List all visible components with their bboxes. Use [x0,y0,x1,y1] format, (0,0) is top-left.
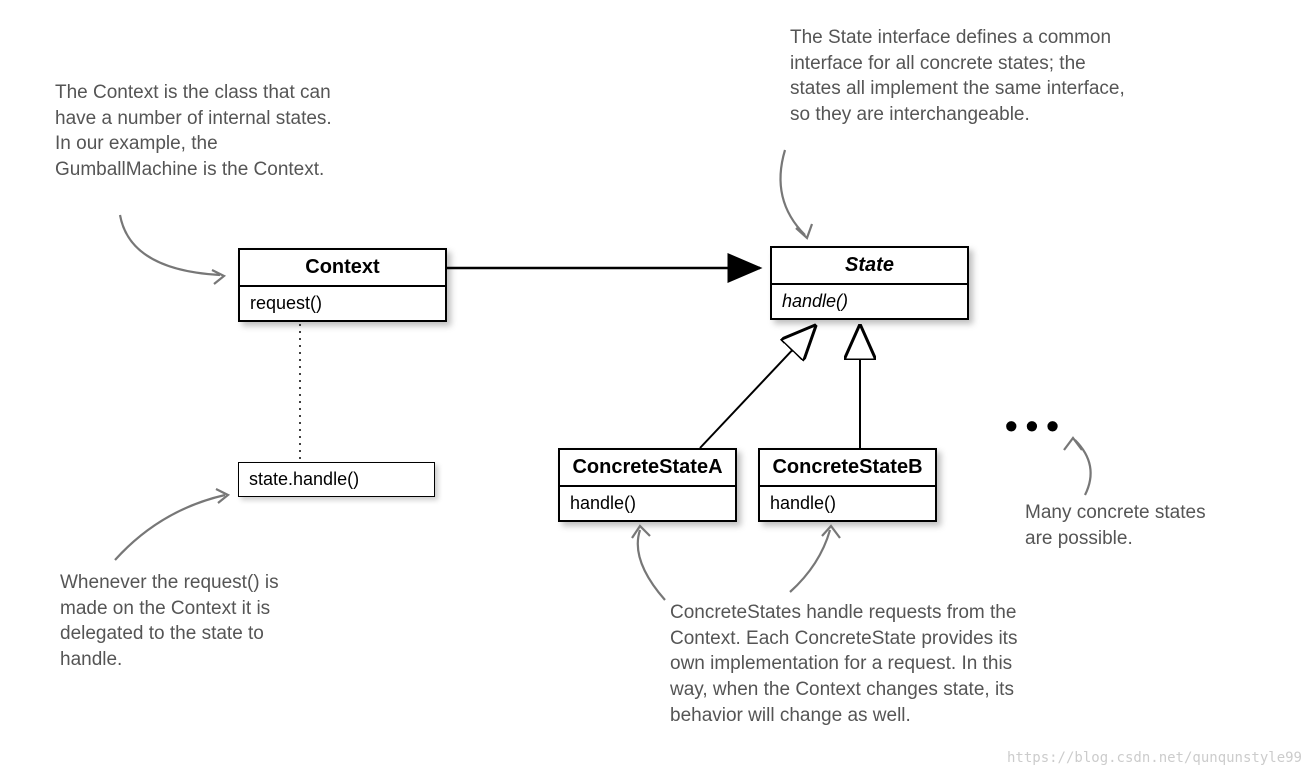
curve-request-note [115,495,225,560]
curve-concrete-note-b [790,530,830,592]
curve-concrete-note-a-head [632,526,650,538]
class-concrete-b-method: handle() [760,487,935,520]
curve-request-note-head [216,489,228,503]
class-context-title: Context [240,250,445,287]
annotation-many: Many concrete states are possible. [1025,500,1225,551]
curve-state-note [781,150,806,235]
class-state-title: State [772,248,967,285]
class-concrete-a: ConcreteStateA handle() [558,448,737,522]
curve-many-note [1075,440,1091,495]
class-state: State handle() [770,246,969,320]
curve-concrete-note-b-head [822,526,840,538]
class-concrete-a-method: handle() [560,487,735,520]
curve-concrete-note-a [638,530,665,600]
class-context: Context request() [238,248,447,322]
class-state-method: handle() [772,285,967,318]
curve-context-note [120,215,220,275]
annotation-context: The Context is the class that can have a… [55,80,345,183]
curve-context-note-head [212,270,224,284]
class-concrete-b-title: ConcreteStateB [760,450,935,487]
annotation-state: The State interface defines a common int… [790,25,1130,128]
annotation-request: Whenever the request() is made on the Co… [60,570,300,673]
annotation-concrete: ConcreteStates handle requests from the … [670,600,1050,728]
class-concrete-a-title: ConcreteStateA [560,450,735,487]
arrow-concreteA-inherit [700,326,815,448]
curve-state-note-head [796,224,812,238]
class-context-method: request() [240,287,445,320]
code-delegate: state.handle() [238,462,435,497]
ellipsis-icon: ••• [1005,405,1067,447]
watermark-text: https://blog.csdn.net/qunqunstyle99 [1007,750,1302,766]
class-concrete-b: ConcreteStateB handle() [758,448,937,522]
